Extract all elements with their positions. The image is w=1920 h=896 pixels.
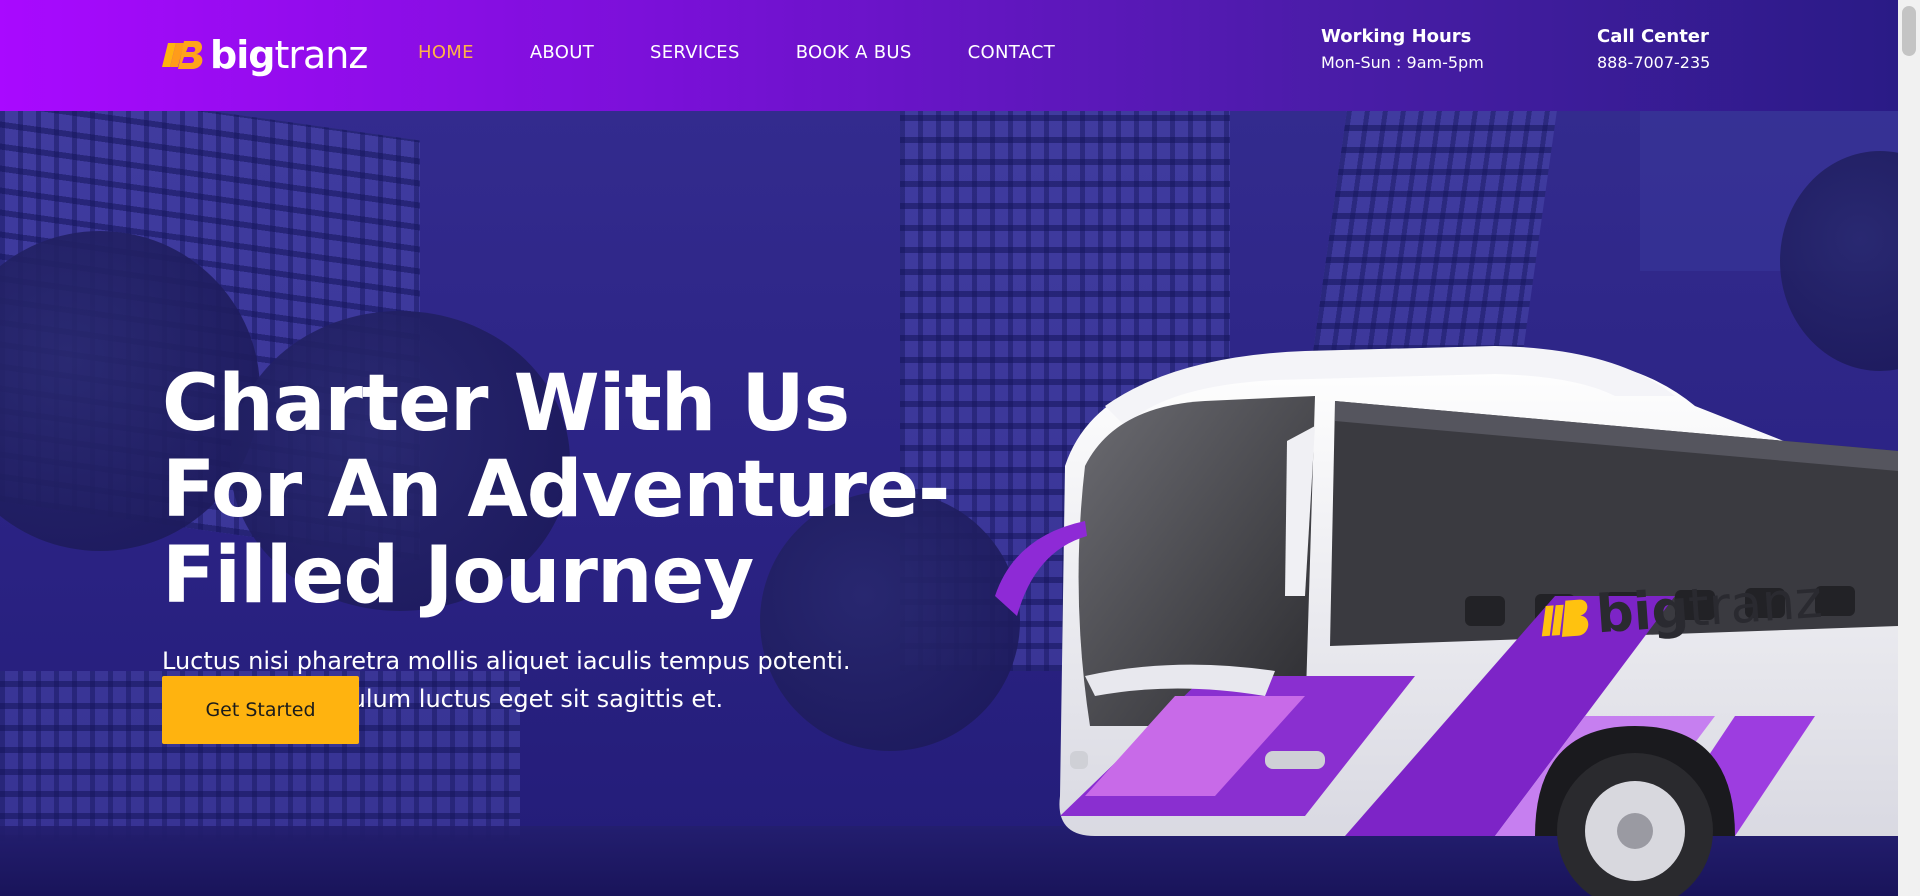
- nav-services[interactable]: SERVICES: [650, 42, 740, 63]
- nav-home[interactable]: HOME: [418, 42, 474, 63]
- logo-name-bold: big: [210, 33, 275, 77]
- hero-section: bigtranz Charter With Us For An Adventur…: [0, 111, 1898, 896]
- hero-headline-line-2: For An Adventure-: [162, 445, 950, 535]
- working-hours-value: Mon-Sun : 9am-5pm: [1321, 53, 1484, 72]
- hero-headline-line-3: Filled Journey: [162, 531, 754, 621]
- bus-speed-icon: [162, 41, 203, 69]
- hero-headline: Charter With Us For An Adventure- Filled…: [162, 361, 982, 619]
- logo-name-light: tranz: [274, 33, 368, 77]
- hero-headline-line-1: Charter With Us: [162, 359, 850, 449]
- call-center-title: Call Center: [1597, 26, 1709, 47]
- call-center: Call Center 888-7007-235: [1597, 26, 1710, 72]
- vertical-scrollbar[interactable]: [1898, 0, 1920, 896]
- working-hours-title: Working Hours: [1321, 26, 1472, 47]
- scrollbar-thumb[interactable]: [1902, 6, 1916, 56]
- bus-livery-name-light: tranz: [1686, 570, 1824, 639]
- nav-book-a-bus[interactable]: BOOK A BUS: [796, 42, 912, 63]
- working-hours: Working Hours Mon-Sun : 9am-5pm: [1321, 26, 1484, 72]
- hero-subtitle-line-1: Luctus nisi pharetra mollis aliquet iacu…: [162, 647, 851, 675]
- call-center-phone[interactable]: 888-7007-235: [1597, 53, 1710, 72]
- get-started-button[interactable]: Get Started: [162, 676, 359, 744]
- nav-about[interactable]: ABOUT: [530, 42, 594, 63]
- bus-image: bigtranz: [995, 346, 1898, 896]
- page: bigtranz HOME ABOUT SERVICES BOOK A BUS …: [0, 0, 1898, 896]
- main-nav: HOME ABOUT SERVICES BOOK A BUS CONTACT: [418, 42, 1111, 63]
- nav-contact[interactable]: CONTACT: [968, 42, 1055, 63]
- logo[interactable]: bigtranz: [162, 30, 368, 80]
- site-header: bigtranz HOME ABOUT SERVICES BOOK A BUS …: [0, 0, 1898, 111]
- bus-livery-name-bold: big: [1594, 579, 1690, 645]
